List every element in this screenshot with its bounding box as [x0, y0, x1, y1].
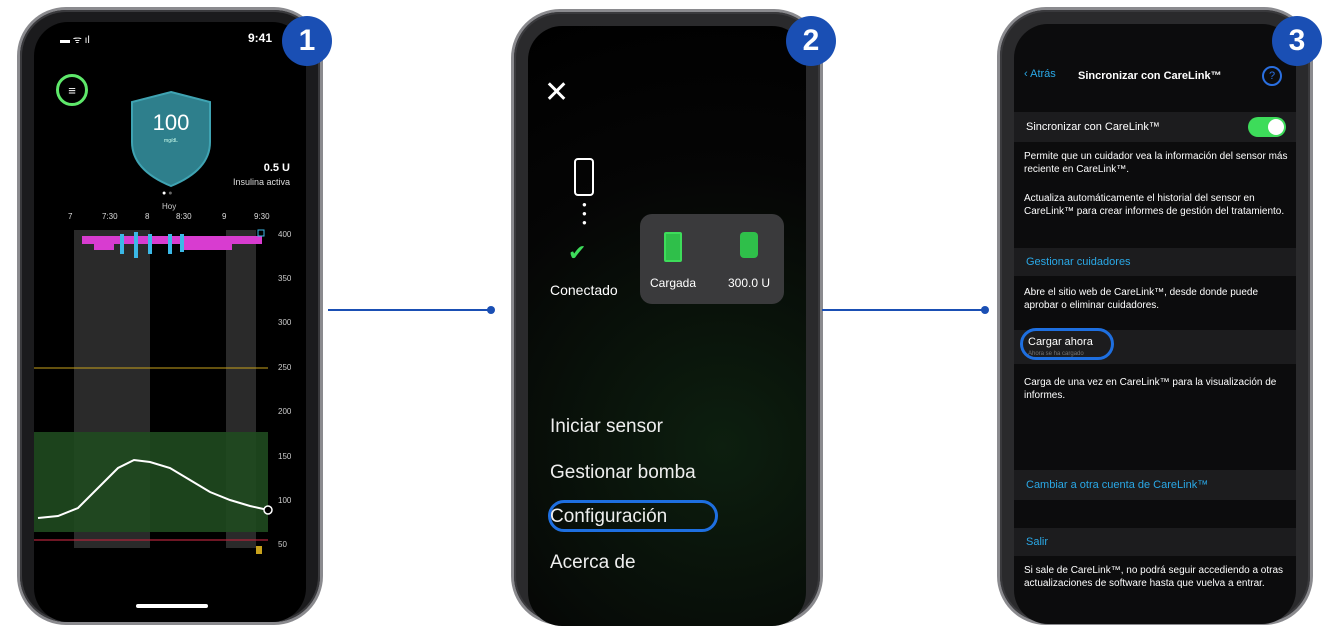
manage-description: Abre el sitio web de CareLink™, desde do…: [1024, 287, 1259, 311]
close-icon[interactable]: ✕: [544, 78, 569, 108]
connection-dots: ● ● ●: [582, 200, 587, 227]
pump-status-card[interactable]: Cargada 300.0 U: [640, 214, 784, 304]
y-tick: 350: [278, 274, 292, 283]
phone-device-icon: [574, 158, 594, 196]
manage-caregivers-label: Gestionar cuidadores: [1026, 256, 1131, 268]
auto-description: Actualiza automáticamente el historial d…: [1024, 193, 1285, 217]
day-label: Hoy: [162, 202, 177, 211]
help-icon[interactable]: ?: [1262, 66, 1282, 86]
phone-3: ‹ Atrás Sincronizar con CareLink™ ? Sinc…: [1000, 10, 1310, 624]
sync-row: Sincronizar con CareLink™: [1014, 112, 1296, 142]
sync-label: Sincronizar con CareLink™: [1026, 121, 1160, 133]
insulin-label: Insulina activa: [232, 177, 290, 187]
x-tick: 7:30: [102, 212, 118, 221]
x-tick: 9:30: [254, 212, 270, 221]
y-axis-ticks: 400 350 300 250 200 150 100 50: [278, 226, 306, 556]
y-tick: 300: [278, 318, 292, 327]
carelink-sync-screen: ‹ Atrás Sincronizar con CareLink™ ? Sinc…: [1014, 24, 1296, 624]
exit-row[interactable]: Salir: [1014, 528, 1296, 556]
glucose-chart: [34, 229, 273, 554]
menu-item-manage-pump[interactable]: Gestionar bomba: [550, 462, 696, 484]
connector-line: [822, 306, 989, 314]
page-dots: ● ●: [162, 190, 173, 197]
x-tick: 8:30: [176, 212, 192, 221]
home-indicator[interactable]: [136, 604, 208, 608]
connector-line: [328, 306, 495, 314]
x-tick: 7: [68, 212, 73, 221]
reservoir-icon: [740, 232, 758, 258]
glucose-unit: mg/dL: [164, 138, 178, 144]
menu-button[interactable]: ≡: [56, 74, 88, 106]
y-tick: 200: [278, 407, 292, 416]
back-label: Atrás: [1030, 68, 1056, 80]
step-badge-3: 3: [1272, 16, 1322, 66]
upload-now-label: Cargar ahora: [1028, 336, 1093, 348]
step-badge-1: 1: [282, 16, 332, 66]
upload-description: Carga de una vez en CareLink™ para la vi…: [1024, 377, 1277, 401]
step-badge-2: 2: [786, 16, 836, 66]
y-tick: 150: [278, 452, 292, 461]
reservoir-label: 300.0 U: [728, 276, 771, 290]
exit-label: Salir: [1026, 536, 1049, 548]
back-button[interactable]: ‹ Atrás: [1024, 68, 1056, 80]
phone-2: ✕ ● ● ● ✔ Conectado Cargada 300.0 U Inicia…: [514, 12, 820, 626]
y-tick: 250: [278, 363, 292, 372]
screen-title: Sincronizar con CareLink™: [1078, 70, 1222, 82]
home-screen: ▬ ᯤ ıl 9:41 ≡ 100 mg/dL 0.5 U Insulina a…: [34, 22, 306, 622]
x-tick: 9: [222, 212, 227, 221]
menu-item-about[interactable]: Acerca de: [550, 552, 636, 574]
status-icons: ▬ ᯤ ıl: [60, 35, 90, 46]
upload-now-sublabel: Ahora se ha cargado: [1028, 351, 1084, 357]
y-tick: 100: [278, 496, 292, 505]
hamburger-icon: ≡: [68, 82, 76, 98]
exit-description: Si sale de CareLink™, no podrá seguir ac…: [1024, 565, 1284, 589]
y-tick: 400: [278, 230, 292, 239]
switch-account-label: Cambiar a otra cuenta de CareLink™: [1026, 479, 1209, 491]
y-tick: 50: [278, 540, 287, 549]
menu-screen: ✕ ● ● ● ✔ Conectado Cargada 300.0 U Inicia…: [528, 26, 806, 626]
glucose-value: 100: [152, 110, 190, 135]
status-time: 9:41: [247, 31, 272, 45]
switch-account-row[interactable]: Cambiar a otra cuenta de CareLink™: [1014, 470, 1296, 500]
toggle-knob: [1268, 119, 1284, 135]
menu-item-start-sensor[interactable]: Iniciar sensor: [550, 416, 663, 438]
sync-description: Permite que un cuidador vea la informaci…: [1024, 151, 1288, 175]
connected-label: Conectado: [550, 282, 618, 298]
phone-1: ▬ ᯤ ıl 9:41 ≡ 100 mg/dL 0.5 U Insulina a…: [20, 10, 320, 622]
battery-icon: [664, 232, 682, 262]
pump-connected-icon: ✔: [568, 240, 587, 265]
battery-label: Cargada: [650, 276, 697, 290]
x-axis-ticks: 7 7:30 8 8:30 9 9:30: [34, 212, 306, 224]
x-tick: 8: [145, 212, 150, 221]
insulin-value: 0.5 U: [263, 162, 290, 174]
manage-caregivers-row[interactable]: Gestionar cuidadores: [1014, 248, 1296, 276]
sync-toggle[interactable]: [1248, 117, 1286, 137]
menu-item-settings-label: Configuración: [550, 506, 668, 527]
